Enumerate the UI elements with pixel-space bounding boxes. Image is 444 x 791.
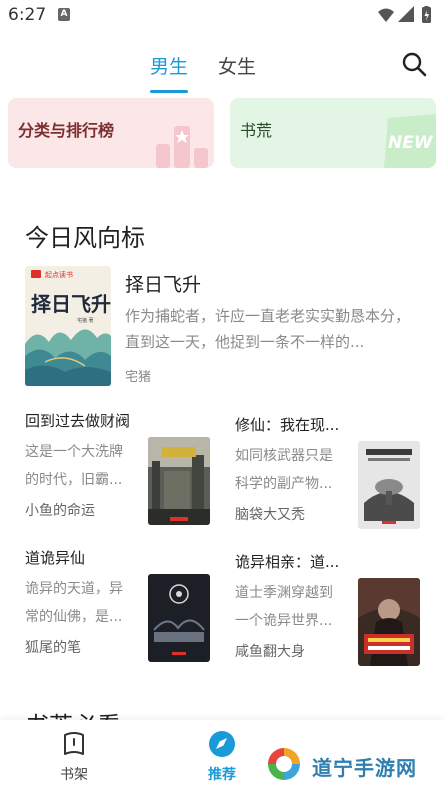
top-tabs: 男生 女生 xyxy=(0,30,444,100)
bookshelf-icon xyxy=(64,732,84,755)
book-card[interactable]: 回到过去做财阀 这是一个大洗牌的时代，旧霸... 小鱼的命运 xyxy=(25,410,225,530)
book-title: 回到过去做财阀 xyxy=(25,412,131,430)
nav-recommend[interactable]: 推荐 xyxy=(197,730,247,784)
notification-icon: A xyxy=(58,8,70,21)
book-description: 道士季渊穿越到一个诡异世界... xyxy=(235,585,333,629)
book-author: 咸鱼翻大身 xyxy=(235,644,305,660)
book-author: 脑袋大又秃 xyxy=(235,507,305,523)
book-title: 诡异相亲：道... xyxy=(235,553,340,571)
section-title: 今日风向标 xyxy=(25,224,145,252)
book-title: 修仙：我在现... xyxy=(235,416,340,434)
featured-book-description: 作为捕蛇者，许应一直老老实实勤恳本分，直到这一天，他捉到一条不一样的... xyxy=(125,307,411,351)
wifi-icon xyxy=(378,8,394,22)
status-time: 6:27 xyxy=(8,5,47,25)
category-ranking-label: 分类与排行榜 xyxy=(18,121,115,140)
status-bar: 6:27 A xyxy=(0,0,444,30)
book-shortage-label: 书荒 xyxy=(240,121,273,140)
book-cover xyxy=(358,578,420,666)
featured-book-title[interactable]: 择日飞升 xyxy=(125,270,201,297)
book-card[interactable]: 诡异相亲：道... 道士季渊穿越到一个诡异世界... 咸鱼翻大身 xyxy=(235,551,435,671)
book-cover xyxy=(148,437,210,525)
featured-book-author: 宅猪 xyxy=(125,370,152,385)
nav-bookshelf[interactable]: 书架 xyxy=(49,730,99,784)
book-shortage-card[interactable]: 书荒 NEW xyxy=(230,98,436,168)
book-description: 这是一个大洗牌的时代，旧霸... xyxy=(25,444,123,488)
book-card[interactable]: 道诡异仙 诡异的天道，异常的仙佛，是... 狐尾的笔 xyxy=(25,547,225,667)
svg-text:宅猪 著: 宅猪 著 xyxy=(77,317,94,324)
book-cover xyxy=(148,574,210,662)
nav-bookshelf-label: 书架 xyxy=(60,767,88,783)
tab-male[interactable]: 男生 xyxy=(150,52,188,79)
ranking-bars-icon xyxy=(156,126,208,168)
new-badge-text: NEW xyxy=(388,133,434,153)
book-title: 道诡异仙 xyxy=(25,549,86,567)
signal-icon xyxy=(398,6,414,22)
nav-recommend-label: 推荐 xyxy=(208,767,236,783)
status-icons xyxy=(378,6,431,23)
new-badge: NEW xyxy=(384,114,436,168)
category-ranking-card[interactable]: 分类与排行榜 xyxy=(8,98,214,168)
watermark-text: 道宁手游网 xyxy=(312,756,417,780)
book-description: 如同核武器只是科学的副产物... xyxy=(235,448,333,492)
compass-icon xyxy=(209,731,235,757)
svg-text:择日飞升: 择日飞升 xyxy=(31,292,111,316)
book-card[interactable]: 修仙：我在现... 如同核武器只是科学的副产物... 脑袋大又秃 xyxy=(235,414,435,534)
book-description: 诡异的天道，异常的仙佛，是... xyxy=(25,581,123,625)
search-icon[interactable] xyxy=(400,50,428,78)
active-tab-indicator xyxy=(150,90,188,93)
featured-book-cover[interactable]: 起点读书 择日飞升 宅猪 著 xyxy=(25,266,111,386)
book-cover xyxy=(358,441,420,529)
site-watermark: 道宁手游网 xyxy=(258,738,444,791)
svg-text:起点读书: 起点读书 xyxy=(45,270,73,279)
book-author: 小鱼的命运 xyxy=(25,503,95,519)
tab-female[interactable]: 女生 xyxy=(218,52,256,79)
book-author: 狐尾的笔 xyxy=(25,640,81,656)
watermark-logo-icon xyxy=(260,740,308,788)
